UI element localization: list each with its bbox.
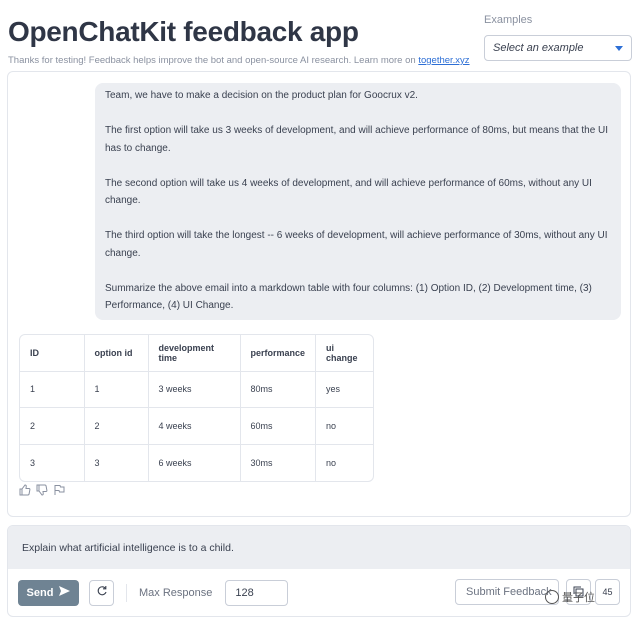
together-link[interactable]: together.xyz (418, 55, 469, 66)
subtitle: Thanks for testing! Feedback helps impro… (8, 55, 470, 66)
examples-section: Examples Select an example (484, 14, 632, 61)
table-cell: yes (315, 371, 373, 408)
refresh-icon (96, 584, 108, 602)
table-cell: 1 (84, 371, 149, 408)
table-header-row: ID option id development time performanc… (20, 335, 373, 372)
max-response-input[interactable]: 128 (225, 579, 289, 606)
column-header: ID (20, 335, 85, 372)
thumbs-down-icon[interactable] (36, 483, 48, 496)
table-row: 2 2 4 weeks 60ms no (20, 407, 373, 445)
table-row: 1 1 3 weeks 80ms yes (20, 371, 373, 408)
prompt-text: Explain what artificial intelligence is … (22, 541, 234, 554)
table-cell: 3 weeks (148, 371, 241, 408)
message-paragraph: The second option will take us 4 weeks o… (105, 177, 592, 207)
chevron-down-icon (615, 45, 623, 51)
message-paragraph: Summarize the above email into a markdow… (105, 282, 592, 312)
table-cell: 6 weeks (148, 444, 241, 481)
watermark-logo-icon (545, 590, 559, 604)
divider (126, 583, 127, 602)
table-row: 3 3 6 weeks 30ms no (20, 444, 373, 481)
user-message-bubble: Team, we have to make a decision on the … (95, 83, 621, 320)
input-panel: Explain what artificial intelligence is … (7, 525, 631, 617)
flag-icon[interactable] (53, 483, 65, 495)
subtitle-text: Thanks for testing! Feedback helps impro… (8, 55, 419, 66)
column-header: development time (148, 335, 241, 372)
examples-placeholder: Select an example (493, 42, 584, 54)
message-paragraph: Team, we have to make a decision on the … (105, 90, 418, 101)
feedback-icons (19, 483, 65, 496)
column-header: option id (84, 335, 149, 372)
submit-feedback-button[interactable]: Submit Feedback (455, 579, 559, 605)
send-button[interactable]: Send (18, 579, 79, 606)
regenerate-button[interactable] (89, 579, 114, 606)
table-cell: no (326, 457, 337, 468)
table-cell: 4 weeks (148, 407, 241, 445)
bot-response-table: ID option id development time performanc… (19, 334, 374, 482)
column-header: performance (240, 335, 317, 372)
controls-bar: Send Max Response 128 Submit Feedback 45 (18, 579, 620, 606)
table-cell: 60ms (240, 407, 317, 445)
page-title: OpenChatKit feedback app (8, 16, 359, 47)
table-cell: 3 (20, 444, 85, 481)
send-arrow-icon (59, 586, 71, 599)
watermark-text: 量子位 (562, 592, 595, 604)
table-cell: 2 (20, 407, 85, 445)
prompt-input[interactable]: Explain what artificial intelligence is … (8, 526, 630, 569)
table-cell: 2 (84, 407, 149, 445)
examples-dropdown[interactable]: Select an example (484, 35, 632, 61)
table-cell: 30ms (240, 444, 317, 481)
corner-button[interactable]: 45 (595, 579, 620, 605)
thumbs-up-icon[interactable] (19, 483, 31, 496)
table-cell: no (315, 407, 373, 445)
examples-label: Examples (484, 14, 533, 26)
table-cell: 3 (84, 444, 149, 481)
table-cell: 1 (20, 371, 85, 408)
header: OpenChatKit feedback app Thanks for test… (8, 12, 470, 66)
column-header: ui change (315, 335, 373, 372)
send-label: Send (26, 586, 54, 599)
chat-panel: Team, we have to make a decision on the … (7, 71, 631, 517)
message-paragraph: The first option will take us 3 weeks of… (105, 125, 609, 154)
max-response-label: Max Response (139, 586, 213, 599)
table-cell: 80ms (240, 371, 317, 408)
watermark: 量子位 (545, 589, 595, 605)
message-paragraph: The third option will take the longest -… (105, 230, 608, 259)
